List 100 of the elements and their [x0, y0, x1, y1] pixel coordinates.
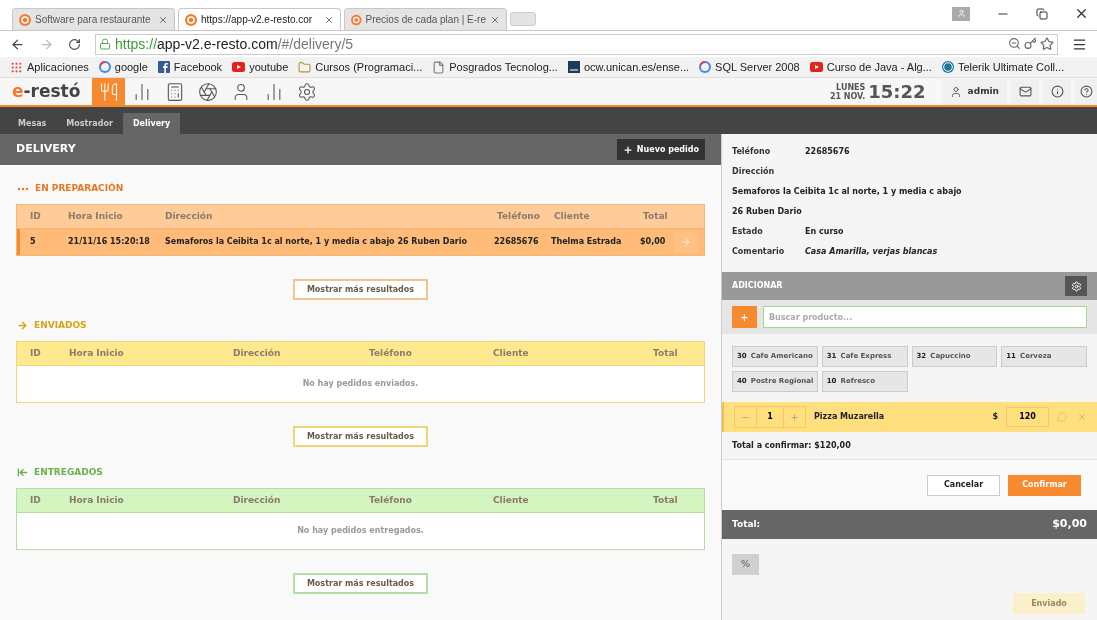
show-more-button[interactable]: Mostrar más resultados — [293, 279, 428, 300]
plus-icon — [622, 144, 633, 155]
plus-icon — [790, 412, 799, 422]
section-title: EN PREPARACIÓN — [35, 181, 124, 195]
column-header: Teléfono — [368, 493, 413, 507]
column-header: Hora Inicio — [67, 209, 124, 223]
cancel-button[interactable]: Cancelar — [927, 474, 1000, 496]
browser-tab[interactable]: Software para restaurante — [12, 8, 175, 30]
table-cell-text: Thelma Estrada — [550, 236, 623, 248]
column-header: ID — [29, 493, 42, 507]
subtab[interactable]: Mesas — [8, 113, 57, 134]
restore-icon[interactable] — [1036, 7, 1048, 20]
column-header: Hora Inicio — [68, 493, 125, 507]
panel-title: DELIVERY — [16, 141, 76, 158]
show-more-button[interactable]: Mostrar más resultados — [293, 573, 428, 594]
table-cell-text: Semaforos la Ceibita 1c al norte, 1 y media c abajo 26 Ruben Dario — [164, 236, 469, 248]
bookmark[interactable]: ocw.unican.es/ense... — [567, 58, 690, 76]
arrow-to-line-icon — [17, 467, 28, 478]
user-icon — [949, 85, 962, 98]
profile-icon[interactable] — [952, 6, 970, 21]
bookmark[interactable]: youtube — [232, 58, 289, 76]
section-title: ENTREGADOS — [34, 465, 103, 479]
info-icon[interactable] — [1043, 78, 1071, 105]
close-icon[interactable] — [1074, 6, 1089, 21]
total-amount: $0,00 — [1052, 516, 1087, 533]
field-value: 22685676 — [805, 146, 850, 158]
youtube-icon — [809, 62, 823, 72]
bookmark[interactable]: SQL Server 2008 — [699, 58, 800, 76]
date-text: 21 NOV. — [829, 91, 866, 101]
section-title: ENVIADOS — [34, 318, 87, 332]
key-icon[interactable] — [1024, 37, 1037, 50]
column-header: Cliente — [492, 346, 530, 360]
field-value: En curso — [805, 226, 844, 238]
tab-title: Software para restaurante — [35, 13, 152, 27]
currency-symbol: $ — [992, 411, 998, 423]
bookmark[interactable]: Curso de Java - Alg... — [809, 58, 932, 76]
column-header: Total — [652, 493, 679, 507]
youtube-icon — [232, 62, 246, 72]
settings-button[interactable] — [1065, 276, 1087, 296]
favicon-icon — [19, 13, 31, 26]
subtab[interactable]: Mostrador — [56, 113, 123, 134]
page-icon — [432, 60, 446, 74]
bookmark[interactable]: Telerik Ultimate Coll... — [941, 58, 1065, 76]
lock-icon — [99, 38, 111, 50]
bookmark[interactable]: Cursos (Programaci... — [298, 58, 423, 76]
show-more-button[interactable]: Mostrar más resultados — [293, 426, 428, 447]
tab-title: https://app-v2.e-resto.cor — [201, 13, 314, 27]
dots-icon — [17, 186, 29, 191]
bookmark[interactable]: Posgrados Tecnolog... — [432, 58, 558, 76]
favicon-icon — [351, 13, 362, 26]
clock-time: 15:22 — [868, 80, 926, 104]
column-header: Total — [642, 209, 668, 223]
address-field[interactable]: https://app-v2.e-resto.com/#/delivery/5 — [95, 33, 1058, 55]
table-row[interactable]: 5 21/11/16 15:20:18 Semaforos la Ceibita 1c al norte, 1 y media c abajo 26 Ruben Dario 22685676 Thelma Estrada $0,00 — [17, 229, 704, 255]
column-header: Hora Inicio — [68, 346, 125, 360]
reload-icon[interactable] — [68, 37, 81, 51]
column-header: Dirección — [232, 346, 282, 360]
field-label: Comentario — [732, 246, 786, 258]
utensils-icon[interactable] — [92, 77, 126, 106]
empty-message: No hay pedidos enviados. — [302, 378, 419, 390]
table-cell-text: 21/11/16 15:20:18 — [67, 236, 151, 248]
field-label: Dirección — [732, 166, 776, 178]
new-order-button[interactable]: Nuevo pedido — [616, 139, 705, 160]
column-header: Teléfono — [496, 209, 541, 223]
mail-icon[interactable] — [1011, 78, 1039, 105]
subtab[interactable]: Delivery — [122, 113, 181, 134]
price-field[interactable]: 120 — [1006, 407, 1049, 427]
help-icon[interactable] — [1075, 78, 1097, 105]
facebook-icon — [157, 61, 170, 73]
field-value: Casa Amarilla, verjas blancas — [805, 246, 938, 258]
search-field[interactable]: Buscar producto... — [763, 306, 1087, 328]
table-cell-text: 22685676 — [493, 236, 540, 248]
google-icon — [699, 61, 712, 73]
column-header: Teléfono — [368, 346, 413, 360]
zoom-icon[interactable] — [1008, 37, 1021, 50]
uc-icon — [567, 61, 580, 73]
column-header: ID — [29, 209, 42, 223]
menu-icon[interactable] — [1072, 36, 1087, 52]
column-header: Total — [652, 346, 679, 360]
wordpress-icon — [941, 61, 954, 73]
address-line: 26 Ruben Dario — [732, 206, 803, 218]
address-line: Semaforos la Ceibita 1c al norte, 1 y media c abajo — [732, 186, 963, 198]
bookmark[interactable]: google — [98, 58, 148, 76]
arrow-right-icon — [17, 320, 28, 331]
star-icon[interactable] — [1040, 37, 1054, 51]
column-header: Dirección — [164, 209, 214, 223]
bookmark[interactable]: Aplicaciones — [10, 58, 89, 76]
item-name: Pizza Muzarella — [814, 411, 885, 423]
app-logo: e-restó — [12, 79, 81, 103]
browser-tab[interactable]: Precios de cada plan | E-re — [344, 8, 507, 30]
bookmark[interactable]: Facebook — [157, 58, 223, 76]
total-label: Total: — [732, 517, 761, 531]
google-icon — [98, 61, 111, 73]
browser-tab[interactable]: https://app-v2.e-resto.cor — [178, 8, 341, 30]
user-button[interactable]: admin — [941, 78, 1007, 105]
total-to-confirm: Total a confirmar: $120,00 — [732, 439, 851, 452]
apps-icon — [10, 60, 23, 74]
settings-icon — [1070, 280, 1082, 292]
favicon-icon — [185, 13, 197, 26]
back-icon[interactable] — [10, 36, 25, 52]
